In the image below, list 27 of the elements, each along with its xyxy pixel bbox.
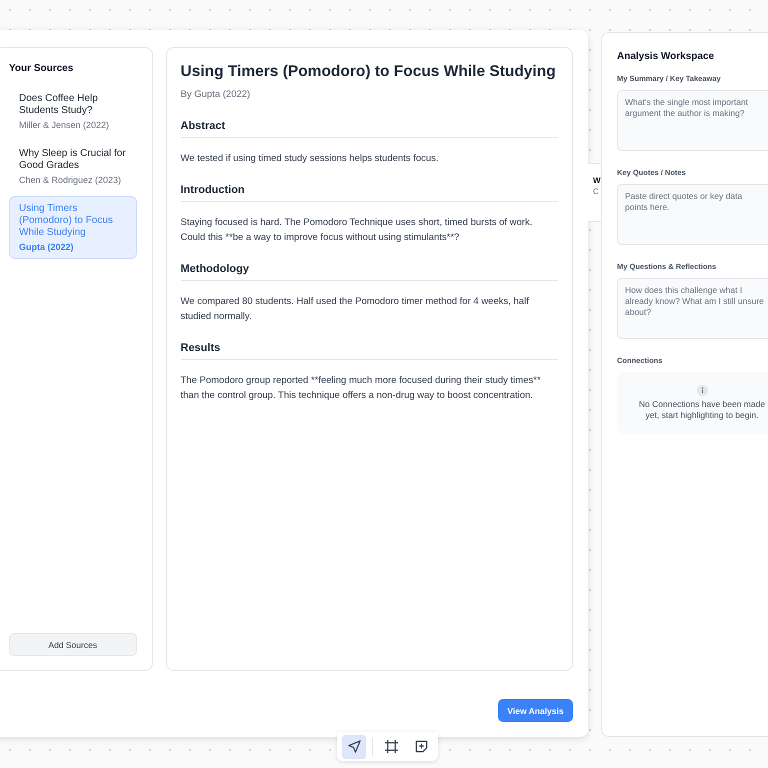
article-title: Using Timers (Pomodoro) to Focus While Studying — [180, 63, 557, 81]
card-title: W — [593, 176, 602, 185]
add-note-icon — [414, 739, 428, 754]
section-text: We tested if using timed study sessions helps students focus. — [180, 152, 440, 166]
info-icon — [696, 385, 708, 396]
notes-field[interactable]: What's the single most important argument the author is making? — [617, 90, 768, 151]
section-heading: Methodology — [180, 263, 558, 281]
article-byline: By Gupta (2022) — [180, 89, 252, 100]
section-heading: Abstract — [180, 120, 558, 138]
empty-state-text: No Connections have been made yet, start highlighting to begin. — [638, 399, 766, 421]
section-text: The Pomodoro group reported **feeling much more focused during their study times** than the control group. This technique offers a non-drug way to boost concentration. — [180, 374, 542, 403]
section-text: We compared 80 students. Half used the Pomodoro timer method for 4 weeks, half studied normally. — [180, 295, 530, 324]
section-heading: Results — [180, 342, 558, 360]
view-analysis-button[interactable]: View Analysis — [498, 699, 573, 722]
frame-icon — [384, 739, 398, 754]
section-heading: Introduction — [180, 184, 558, 202]
card-subtitle: C — [593, 187, 600, 196]
navigation-arrow-icon — [346, 739, 362, 754]
panel-title: Your Sources — [9, 63, 74, 74]
source-item[interactable]: Why Sleep is Crucial for Good Grades Chen & Rodriguez (2023) — [9, 141, 136, 192]
notes-field[interactable]: How does this challenge what I already know? What am I still unsure about? — [617, 278, 768, 339]
source-item[interactable]: Does Coffee Help Students Study? Miller & Jensen (2022) — [9, 86, 136, 137]
section-text: Staying focused is hard. The Pomodoro Technique uses short, timed bursts of work. Could this **be a way to improve focus without using stimulants**? — [180, 216, 534, 245]
notes-field[interactable]: Paste direct quotes or key data points here. — [617, 184, 768, 245]
panel-title: Analysis Workspace — [617, 51, 716, 62]
add-sources-button[interactable]: Add Sources — [9, 633, 136, 656]
pointer-tool[interactable] — [342, 734, 366, 758]
